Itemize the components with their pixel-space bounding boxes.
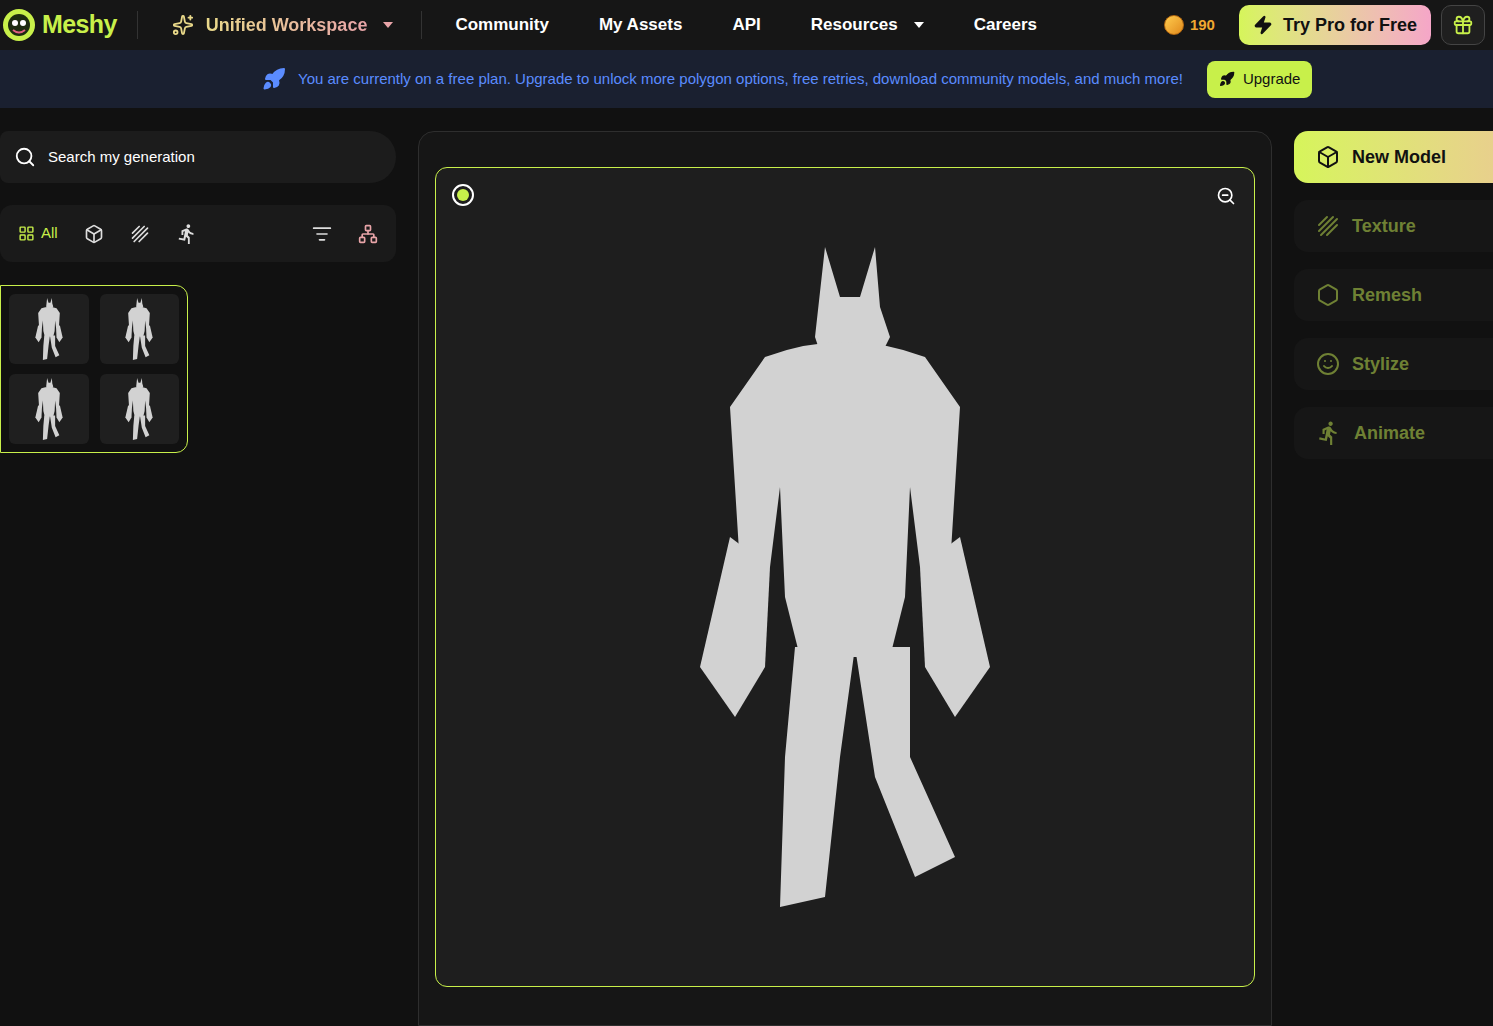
app: Meshy Unified Workspace Community My Assets… — [0, 0, 1493, 1026]
sort-filter-icon[interactable] — [312, 224, 332, 244]
thumbnail[interactable] — [100, 294, 180, 364]
search-placeholder: Search my generation — [48, 146, 195, 169]
search-icon — [14, 146, 36, 168]
tool-button[interactable]: Remesh — [1294, 269, 1493, 321]
thumbnail-render — [33, 297, 65, 361]
nav-link[interactable]: My Assets — [599, 12, 682, 38]
main: Search my generation All New Model Texture R… — [0, 108, 1493, 1026]
cube-icon — [1316, 145, 1340, 169]
zoom-out-icon[interactable] — [1216, 186, 1236, 206]
tool-button[interactable]: Animate — [1294, 407, 1493, 459]
upgrade-banner: You are currently on a free plan. Upgrad… — [0, 50, 1493, 108]
tool-button[interactable]: New Model — [1294, 131, 1493, 183]
rocket-icon — [262, 67, 286, 91]
model-render — [675, 237, 1015, 917]
thumbnail-render — [123, 297, 155, 361]
generations-panel: Search my generation All — [0, 131, 396, 1026]
nav-links: Community My Assets API Resources Careers — [455, 12, 1037, 38]
gift-icon — [1452, 14, 1474, 36]
credits-count: 190 — [1190, 14, 1215, 37]
thumbnail-render — [123, 377, 155, 441]
workspace-label: Unified Workspace — [206, 12, 368, 39]
caret-icon — [914, 22, 924, 28]
workspace-switcher[interactable]: Unified Workspace — [172, 12, 394, 39]
filter-tab[interactable] — [130, 224, 150, 244]
model-viewer[interactable] — [435, 167, 1255, 987]
try-pro-button[interactable]: Try Pro for Free — [1239, 5, 1431, 45]
banner-text: You are currently on a free plan. Upgrad… — [298, 68, 1183, 91]
filter-bar: All — [0, 205, 396, 262]
logo-text: Meshy — [42, 6, 117, 44]
thumbnail-render — [33, 377, 65, 441]
sparkles-icon — [172, 14, 194, 36]
run-icon — [176, 223, 198, 245]
viewer-panel — [418, 131, 1272, 1026]
texture-icon — [1316, 214, 1340, 238]
animate-icon — [1316, 420, 1342, 446]
remesh-icon — [1316, 283, 1340, 307]
caret-icon — [383, 22, 393, 28]
group-icon[interactable] — [358, 224, 378, 244]
logo[interactable]: Meshy — [0, 6, 117, 44]
radio-dot — [457, 189, 469, 201]
cube-icon — [84, 224, 104, 244]
grid-icon — [18, 225, 35, 242]
gift-button[interactable] — [1441, 5, 1485, 45]
rocket-icon — [1219, 71, 1235, 87]
nav-separator — [421, 11, 422, 39]
top-nav: Meshy Unified Workspace Community My Assets… — [0, 0, 1493, 50]
logo-icon — [2, 8, 36, 42]
thumbnail[interactable] — [9, 374, 89, 444]
coin-icon — [1164, 15, 1184, 35]
search-field[interactable]: Search my generation — [0, 131, 396, 183]
bolt-icon — [1253, 15, 1273, 35]
upgrade-button[interactable]: Upgrade — [1207, 61, 1313, 98]
nav-link[interactable]: Community — [455, 12, 549, 38]
texture-icon — [130, 224, 150, 244]
nav-link[interactable]: Resources — [811, 12, 924, 38]
select-radio[interactable] — [452, 184, 474, 206]
filter-tab[interactable]: All — [18, 222, 58, 245]
stylize-icon — [1316, 352, 1340, 376]
thumbnail[interactable] — [9, 294, 89, 364]
nav-separator — [137, 11, 138, 39]
tool-button[interactable]: Texture — [1294, 200, 1493, 252]
tool-button[interactable]: Stylize — [1294, 338, 1493, 390]
filter-tab[interactable] — [176, 223, 198, 245]
thumbnail[interactable] — [100, 374, 180, 444]
tools-panel: New Model Texture Remesh Stylize Animate — [1294, 131, 1493, 1026]
nav-link[interactable]: Careers — [974, 12, 1037, 38]
filter-tab[interactable] — [84, 224, 104, 244]
generation-card[interactable] — [0, 285, 188, 453]
credits[interactable]: 190 — [1164, 14, 1215, 37]
nav-link[interactable]: API — [732, 12, 760, 38]
